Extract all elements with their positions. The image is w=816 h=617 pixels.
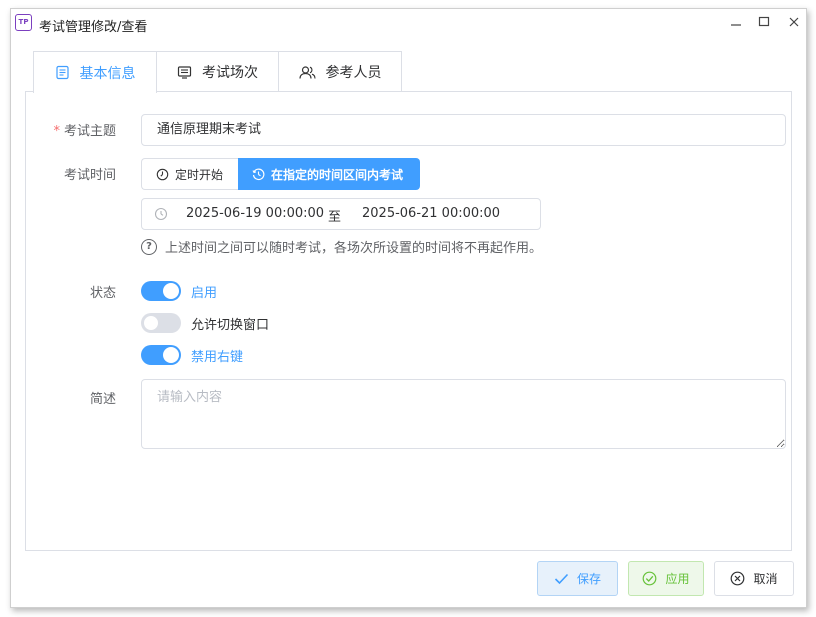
allow-switch-window-switch[interactable] bbox=[141, 313, 181, 333]
tab-label: 基本信息 bbox=[79, 65, 136, 82]
tab-label: 参考人员 bbox=[325, 65, 382, 81]
allow-switch-window-label: 允许切换窗口 bbox=[191, 317, 270, 333]
range-start-input[interactable]: 2025-06-19 00:00:00 bbox=[186, 206, 324, 221]
maximize-button[interactable] bbox=[751, 11, 777, 33]
subject-label: * 考试主题 bbox=[53, 124, 116, 139]
enable-switch-label: 启用 bbox=[191, 285, 218, 301]
interval-exam-option[interactable]: 在指定的时间区间内考试 bbox=[238, 158, 420, 190]
status-label: 状态 bbox=[89, 286, 116, 301]
disable-right-click-row[interactable]: 禁用右键 bbox=[141, 345, 243, 365]
close-icon bbox=[789, 17, 799, 27]
enable-switch-row[interactable]: 启用 bbox=[141, 281, 217, 301]
save-button[interactable]: 保存 bbox=[537, 561, 618, 596]
apply-button[interactable]: 应用 bbox=[628, 561, 704, 596]
tab-exam-sessions[interactable]: 考试场次 bbox=[156, 51, 279, 92]
title-bar[interactable]: TP 考试管理修改/查看 bbox=[11, 9, 806, 39]
check-circle-icon bbox=[642, 571, 657, 586]
app-logo-icon: TP bbox=[15, 14, 32, 31]
timer-icon bbox=[156, 168, 169, 181]
question-circle-icon: ? bbox=[141, 238, 157, 255]
minimize-button[interactable] bbox=[723, 11, 749, 33]
close-button[interactable] bbox=[781, 11, 807, 33]
time-hint: ? 上述时间之间可以随时考试，各场次所设置的时间将不再起作用。 bbox=[141, 237, 542, 256]
maximize-icon bbox=[758, 16, 770, 27]
description-label: 简述 bbox=[89, 392, 116, 407]
tab-label: 考试场次 bbox=[202, 65, 258, 81]
basic-info-panel: *考试主题 通信原理期末考试 考试时间 定时开始 在指定的时间区间内考试 20 bbox=[25, 91, 792, 551]
close-circle-icon bbox=[730, 571, 745, 586]
tab-basic-info[interactable]: 基本信息 bbox=[33, 51, 157, 93]
window-title: 考试管理修改/查看 bbox=[39, 20, 148, 35]
tab-participants[interactable]: 参考人员 bbox=[278, 51, 402, 92]
minimize-icon bbox=[731, 24, 741, 26]
subject-input[interactable]: 通信原理期末考试 bbox=[141, 114, 786, 146]
range-separator: 至 bbox=[328, 210, 342, 225]
disable-right-click-label: 禁用右键 bbox=[191, 349, 244, 365]
monitor-list-icon bbox=[177, 65, 192, 80]
enable-switch[interactable] bbox=[141, 281, 181, 301]
time-label: 考试时间 bbox=[63, 168, 116, 183]
users-icon bbox=[298, 65, 316, 80]
clock-icon bbox=[154, 207, 168, 225]
disable-right-click-switch[interactable] bbox=[141, 345, 181, 365]
check-icon bbox=[554, 573, 569, 585]
date-range-picker[interactable]: 2025-06-19 00:00:00 至 2025-06-21 00:00:0… bbox=[141, 198, 541, 230]
dialog-window: TP 考试管理修改/查看 基本信息 考试场次 参考人员 * 考试主题 通信原理期… bbox=[10, 8, 807, 608]
tab-bar: 基本信息 考试场次 参考人员 bbox=[33, 51, 402, 93]
clock-history-icon bbox=[252, 168, 265, 181]
document-list-icon bbox=[55, 65, 70, 80]
description-textarea[interactable] bbox=[141, 379, 786, 449]
range-end-input[interactable]: 2025-06-21 00:00:00 bbox=[362, 206, 500, 221]
allow-switch-window-row[interactable]: 允许切换窗口 bbox=[141, 313, 269, 333]
time-mode-selector: 定时开始 在指定的时间区间内考试 bbox=[141, 158, 420, 190]
cancel-button[interactable]: 取消 bbox=[714, 561, 794, 596]
timed-start-option[interactable]: 定时开始 bbox=[141, 158, 238, 190]
